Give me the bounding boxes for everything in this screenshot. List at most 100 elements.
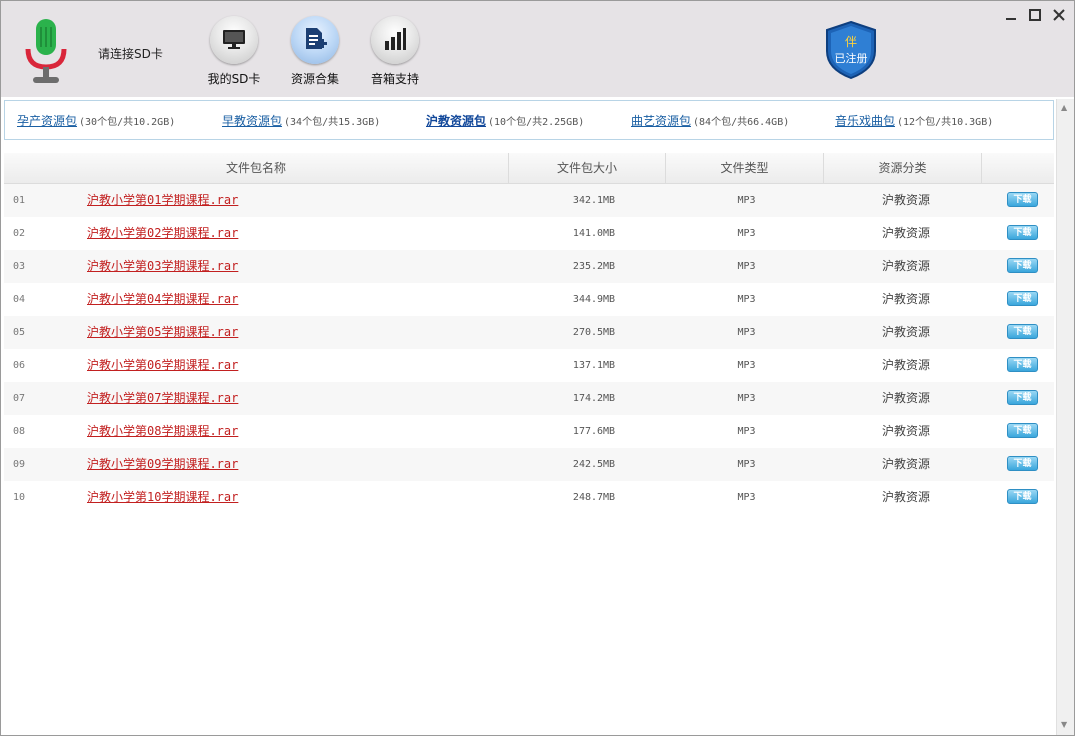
category-hujiao[interactable]: 沪教资源包 (10个包/共2.25GB) bbox=[426, 112, 584, 129]
resource-collection-button[interactable]: 资源合集 bbox=[285, 16, 345, 87]
category-folk-arts[interactable]: 曲艺资源包 (84个包/共66.4GB) bbox=[631, 112, 789, 129]
download-button[interactable]: 下载 bbox=[1007, 357, 1038, 372]
resource-category: 沪教资源 bbox=[881, 358, 930, 372]
download-button[interactable]: 下载 bbox=[1007, 456, 1038, 471]
file-type: MP3 bbox=[737, 426, 756, 437]
row-number: 03 bbox=[13, 261, 26, 272]
file-type: MP3 bbox=[737, 261, 756, 272]
file-name-link[interactable]: 沪教小学第08学期课程.rar bbox=[87, 415, 238, 448]
file-name-link[interactable]: 沪教小学第03学期课程.rar bbox=[87, 250, 238, 283]
document-add-icon bbox=[306, 28, 327, 49]
file-type: MP3 bbox=[737, 195, 756, 206]
vertical-scrollbar[interactable]: ▲ ▼ bbox=[1056, 99, 1074, 735]
category-music-opera[interactable]: 音乐戏曲包 (12个包/共10.3GB) bbox=[835, 112, 993, 129]
category-early-education[interactable]: 早教资源包 (34个包/共15.3GB) bbox=[222, 112, 380, 129]
file-size: 177.6MB bbox=[572, 426, 616, 437]
download-button[interactable]: 下载 bbox=[1007, 423, 1038, 438]
file-name-link[interactable]: 沪教小学第02学期课程.rar bbox=[87, 217, 238, 250]
category-name[interactable]: 音乐戏曲包 bbox=[835, 114, 895, 128]
file-name-link[interactable]: 沪教小学第01学期课程.rar bbox=[87, 184, 238, 217]
top-toolbar: 请连接SD卡 我的SD卡 资源合集 音箱支持 伴 已注册 bbox=[1, 1, 1074, 97]
file-name-link[interactable]: 沪教小学第07学期课程.rar bbox=[87, 382, 238, 415]
file-size: 248.7MB bbox=[572, 492, 616, 503]
row-number: 02 bbox=[13, 228, 26, 239]
resource-category: 沪教资源 bbox=[881, 292, 930, 306]
maximize-icon[interactable] bbox=[1026, 6, 1044, 24]
file-type: MP3 bbox=[737, 228, 756, 239]
row-number: 10 bbox=[13, 492, 26, 503]
category-info: (12个包/共10.3GB) bbox=[897, 117, 994, 128]
file-name-link[interactable]: 沪教小学第05学期课程.rar bbox=[87, 316, 238, 349]
row-number: 01 bbox=[13, 195, 26, 206]
table-row: 06 沪教小学第06学期课程.rar 137.1MB MP3 沪教资源 下载 bbox=[4, 349, 1054, 382]
table-row: 03 沪教小学第03学期课程.rar 235.2MB MP3 沪教资源 下载 bbox=[4, 250, 1054, 283]
file-size: 342.1MB bbox=[572, 195, 616, 206]
close-icon[interactable] bbox=[1050, 6, 1068, 24]
scroll-down-icon[interactable]: ▼ bbox=[1061, 720, 1067, 729]
resource-category: 沪教资源 bbox=[881, 424, 930, 438]
svg-text:已注册: 已注册 bbox=[835, 51, 868, 65]
table-header: 文件包名称 文件包大小 文件类型 资源分类 bbox=[4, 153, 1054, 184]
file-name-link[interactable]: 沪教小学第06学期课程.rar bbox=[87, 349, 238, 382]
category-name[interactable]: 曲艺资源包 bbox=[631, 114, 691, 128]
table-row: 10 沪教小学第10学期课程.rar 248.7MB MP3 沪教资源 下载 bbox=[4, 481, 1054, 514]
file-name-link[interactable]: 沪教小学第04学期课程.rar bbox=[87, 283, 238, 316]
category-name[interactable]: 孕产资源包 bbox=[17, 114, 77, 128]
resource-category: 沪教资源 bbox=[881, 457, 930, 471]
app-window: 请连接SD卡 我的SD卡 资源合集 音箱支持 伴 已注册 孕产资源包 (30个包… bbox=[0, 0, 1075, 736]
monitor-icon bbox=[223, 30, 245, 49]
scroll-up-icon[interactable]: ▲ bbox=[1061, 103, 1067, 112]
table-row: 02 沪教小学第02学期课程.rar 141.0MB MP3 沪教资源 下载 bbox=[4, 217, 1054, 250]
file-size: 242.5MB bbox=[572, 459, 616, 470]
file-table: 文件包名称 文件包大小 文件类型 资源分类 01 沪教小学第01学期课程.rar… bbox=[4, 153, 1054, 514]
my-sd-card-button[interactable]: 我的SD卡 bbox=[204, 16, 264, 87]
svg-text:伴: 伴 bbox=[845, 35, 857, 49]
download-button[interactable]: 下载 bbox=[1007, 324, 1038, 339]
download-button[interactable]: 下载 bbox=[1007, 390, 1038, 405]
table-row: 08 沪教小学第08学期课程.rar 177.6MB MP3 沪教资源 下载 bbox=[4, 415, 1054, 448]
resource-category: 沪教资源 bbox=[881, 490, 930, 504]
table-row: 05 沪教小学第05学期课程.rar 270.5MB MP3 沪教资源 下载 bbox=[4, 316, 1054, 349]
category-bar: 孕产资源包 (30个包/共10.2GB) 早教资源包 (34个包/共15.3GB) … bbox=[4, 100, 1054, 140]
row-number: 05 bbox=[13, 327, 26, 338]
category-info: (30个包/共10.2GB) bbox=[79, 117, 176, 128]
category-name[interactable]: 沪教资源包 bbox=[426, 114, 486, 128]
file-type: MP3 bbox=[737, 327, 756, 338]
column-header-type: 文件类型 bbox=[720, 161, 769, 175]
registered-shield-icon: 伴 已注册 bbox=[826, 21, 876, 79]
speaker-support-button[interactable]: 音箱支持 bbox=[365, 16, 425, 87]
category-pregnancy[interactable]: 孕产资源包 (30个包/共10.2GB) bbox=[17, 112, 175, 129]
resource-category: 沪教资源 bbox=[881, 193, 930, 207]
file-size: 344.9MB bbox=[572, 294, 616, 305]
download-button[interactable]: 下载 bbox=[1007, 258, 1038, 273]
file-name-link[interactable]: 沪教小学第10学期课程.rar bbox=[87, 481, 238, 514]
minimize-icon[interactable] bbox=[1002, 6, 1020, 24]
resource-category: 沪教资源 bbox=[881, 325, 930, 339]
download-button[interactable]: 下载 bbox=[1007, 225, 1038, 240]
file-size: 235.2MB bbox=[572, 261, 616, 272]
download-button[interactable]: 下载 bbox=[1007, 489, 1038, 504]
download-button[interactable]: 下载 bbox=[1007, 192, 1038, 207]
row-number: 09 bbox=[13, 459, 26, 470]
file-name-link[interactable]: 沪教小学第09学期课程.rar bbox=[87, 448, 238, 481]
row-number: 07 bbox=[13, 393, 26, 404]
table-row: 01 沪教小学第01学期课程.rar 342.1MB MP3 沪教资源 下载 bbox=[4, 184, 1054, 217]
file-size: 141.0MB bbox=[572, 228, 616, 239]
category-info: (84个包/共66.4GB) bbox=[693, 117, 790, 128]
download-button[interactable]: 下载 bbox=[1007, 291, 1038, 306]
resource-category: 沪教资源 bbox=[881, 391, 930, 405]
column-divider bbox=[981, 153, 982, 183]
speaker-support-label: 音箱支持 bbox=[370, 72, 419, 86]
column-header-size: 文件包大小 bbox=[556, 161, 617, 175]
resource-category: 沪教资源 bbox=[881, 226, 930, 240]
file-size: 137.1MB bbox=[572, 360, 616, 371]
category-info: (34个包/共15.3GB) bbox=[284, 117, 381, 128]
category-name[interactable]: 早教资源包 bbox=[222, 114, 282, 128]
my-sd-card-label: 我的SD卡 bbox=[207, 72, 261, 86]
file-type: MP3 bbox=[737, 393, 756, 404]
table-row: 07 沪教小学第07学期课程.rar 174.2MB MP3 沪教资源 下载 bbox=[4, 382, 1054, 415]
row-number: 08 bbox=[13, 426, 26, 437]
file-size: 270.5MB bbox=[572, 327, 616, 338]
file-type: MP3 bbox=[737, 360, 756, 371]
table-row: 09 沪教小学第09学期课程.rar 242.5MB MP3 沪教资源 下载 bbox=[4, 448, 1054, 481]
